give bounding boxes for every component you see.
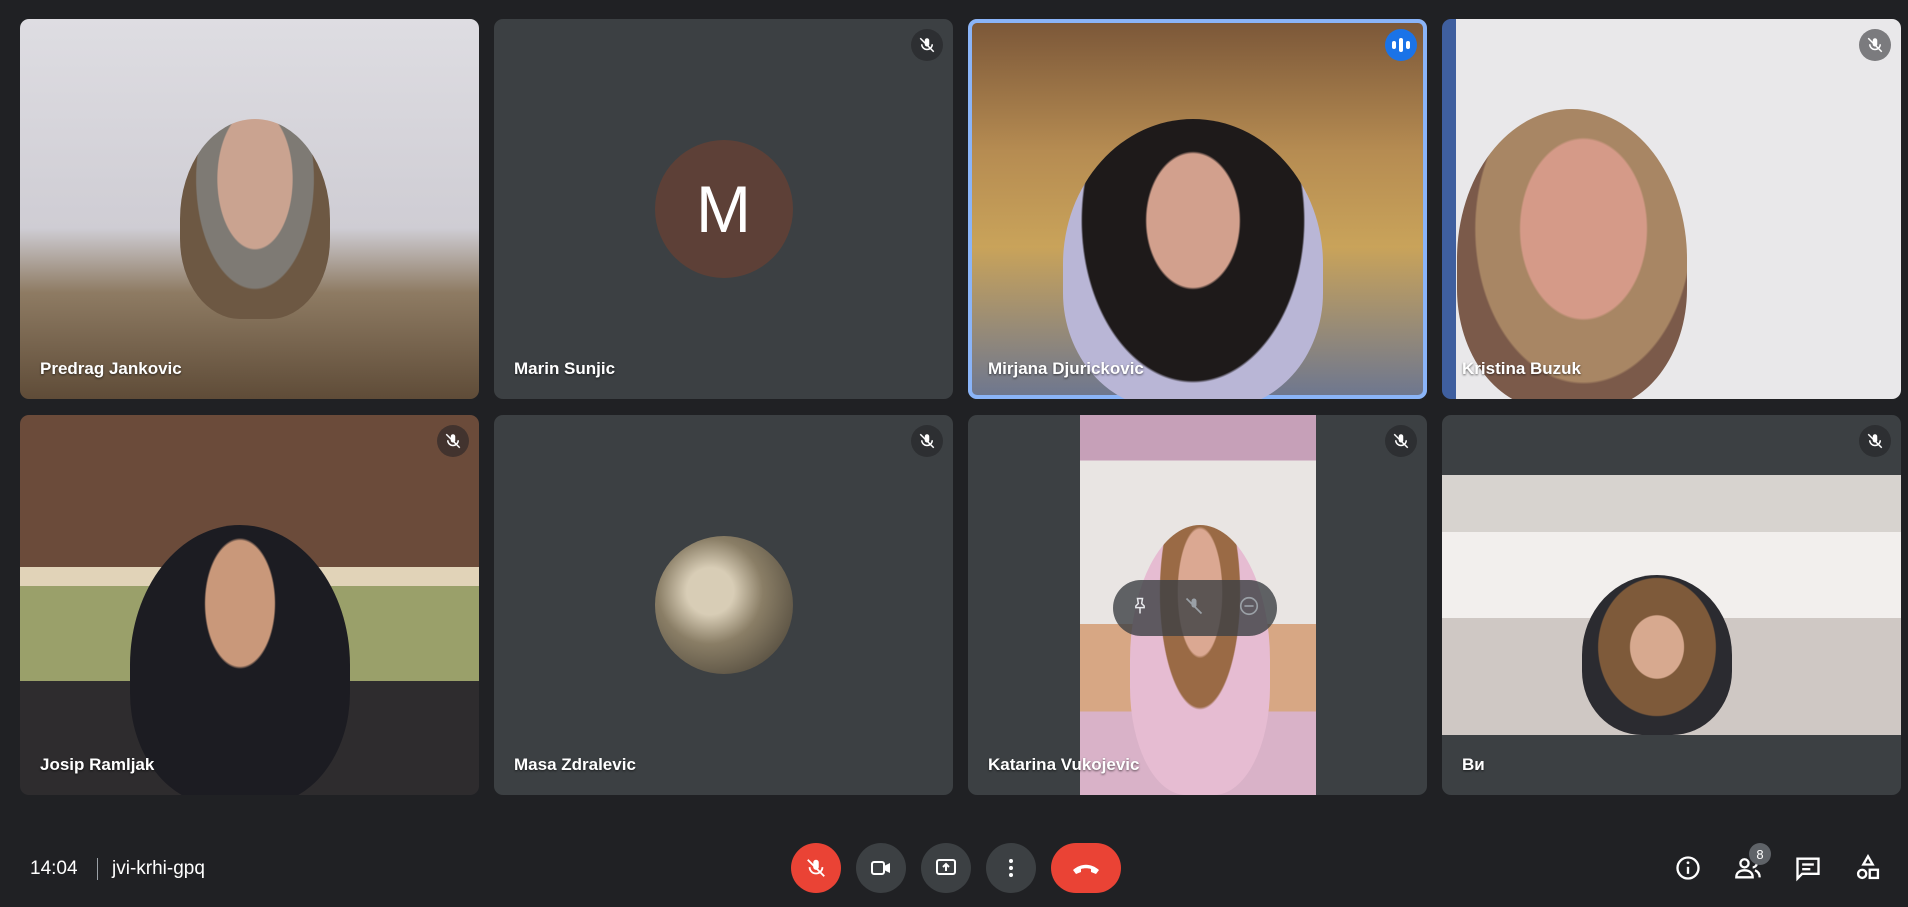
activities-icon xyxy=(1856,854,1880,880)
microphone-toggle-button[interactable] xyxy=(791,843,841,893)
info-icon xyxy=(1676,856,1700,880)
mic-off-icon xyxy=(807,859,825,877)
divider xyxy=(97,858,98,880)
leave-call-button[interactable] xyxy=(1051,843,1121,893)
saxophone-avatar-icon xyxy=(654,536,793,674)
meeting-code: jvi-krhi-gpq xyxy=(112,858,205,879)
people-count-badge: 8 xyxy=(1749,843,1771,865)
mic-off-icon xyxy=(911,425,943,457)
camera-toggle-button[interactable] xyxy=(856,843,906,893)
mic-off-icon xyxy=(437,425,469,457)
participant-video xyxy=(130,525,350,795)
participant-video xyxy=(1457,109,1687,399)
speaking-indicator-icon xyxy=(1385,29,1417,61)
meeting-control-bar: 14:04 jvi-krhi-gpq 8 xyxy=(0,830,1908,907)
hang-up-icon xyxy=(1073,864,1099,874)
activities-button[interactable] xyxy=(1849,849,1887,887)
participant-name: Mirjana Djurickovic xyxy=(988,359,1144,378)
participant-name: Ви xyxy=(1462,755,1485,774)
chat-button[interactable] xyxy=(1789,849,1827,887)
participant-tile[interactable]: Kristina Buzuk xyxy=(1442,19,1901,399)
participant-name: Marin Sunjic xyxy=(514,359,616,378)
participant-video xyxy=(1442,475,1901,735)
avatar: M xyxy=(654,140,793,278)
remove-participant-icon[interactable] xyxy=(1238,595,1260,622)
people-button[interactable]: 8 xyxy=(1729,843,1771,887)
participant-name: Katarina Vukojevic xyxy=(988,755,1140,774)
participant-tile-self[interactable]: Ви xyxy=(1442,415,1901,795)
participant-name: Josip Ramljak xyxy=(40,755,155,774)
participant-tile[interactable]: M Marin Sunjic xyxy=(494,19,953,399)
participant-grid: Predrag Jankovic M Marin Sunjic Mirjana … xyxy=(20,19,1901,795)
meeting-details-button[interactable] xyxy=(1669,849,1707,887)
more-options-button[interactable] xyxy=(986,843,1036,893)
participant-video xyxy=(180,119,330,319)
pin-icon[interactable] xyxy=(1130,596,1150,621)
participant-video xyxy=(1063,119,1323,399)
tile-hover-controls xyxy=(1113,580,1277,636)
mute-participant-icon[interactable] xyxy=(1184,596,1204,621)
participant-tile[interactable]: Masa Zdralevic xyxy=(494,415,953,795)
participant-tile[interactable]: Josip Ramljak xyxy=(20,415,479,795)
mic-off-icon xyxy=(1385,425,1417,457)
mic-off-icon xyxy=(1859,29,1891,61)
present-screen-button[interactable] xyxy=(921,843,971,893)
participant-name: Kristina Buzuk xyxy=(1462,359,1582,378)
meeting-time: 14:04 xyxy=(30,858,78,879)
mic-off-icon xyxy=(1859,425,1891,457)
participant-name: Predrag Jankovic xyxy=(40,359,182,378)
chat-icon xyxy=(1796,857,1820,882)
participant-tile[interactable]: Katarina Vukojevic xyxy=(968,415,1427,795)
camera-icon xyxy=(871,861,890,875)
participant-name: Masa Zdralevic xyxy=(514,755,636,774)
mic-off-icon xyxy=(911,29,943,61)
present-screen-icon xyxy=(936,859,956,875)
participant-tile[interactable]: Mirjana Djurickovic xyxy=(968,19,1427,399)
participant-tile[interactable]: Predrag Jankovic xyxy=(20,19,479,399)
more-vert-icon xyxy=(1009,859,1013,877)
